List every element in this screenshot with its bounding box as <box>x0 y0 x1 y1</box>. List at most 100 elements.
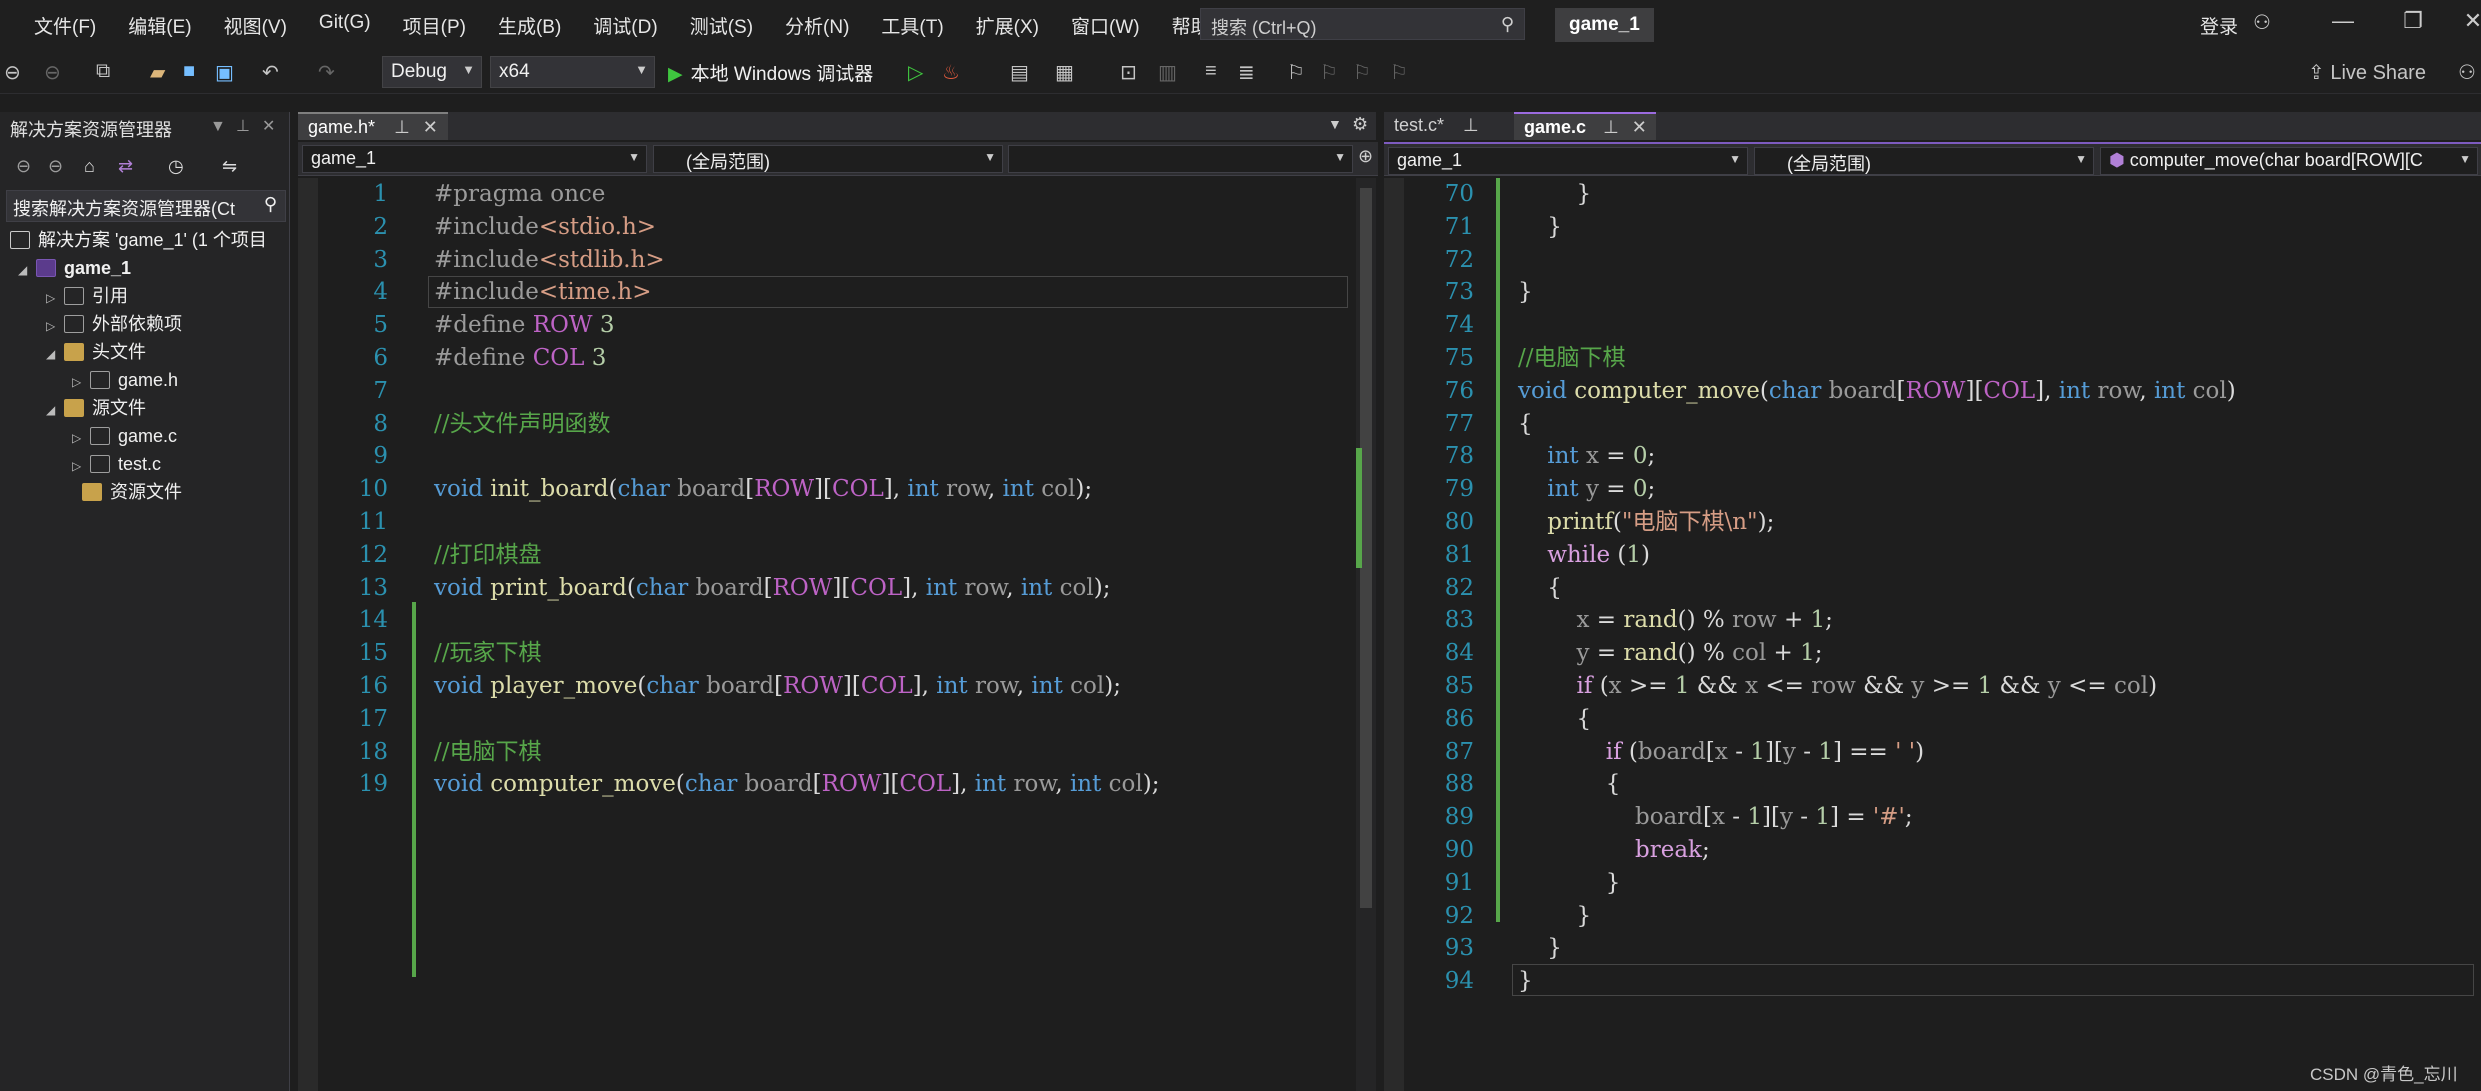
code-line[interactable]: } <box>1518 932 1562 965</box>
tree-project[interactable]: ◢ game_1 <box>18 254 131 282</box>
menu-project[interactable]: 项目(P) <box>387 12 482 39</box>
next-bookmark-icon[interactable]: ⚐ <box>1353 60 1371 85</box>
menu-tools[interactable]: 工具(T) <box>865 12 959 39</box>
start-without-debug-icon[interactable]: ▷ <box>908 60 923 85</box>
solution-search-input[interactable]: 搜索解决方案资源管理器(Ct ⚲ <box>6 190 286 222</box>
menu-build[interactable]: 生成(B) <box>482 12 577 39</box>
collapse-icon[interactable]: ▷ <box>46 312 64 340</box>
minimize-button[interactable]: — <box>2318 8 2368 34</box>
menu-git[interactable]: Git(G) <box>303 12 387 39</box>
code-line[interactable]: } <box>1518 276 1533 309</box>
tree-header-files[interactable]: ◢ 头文件 <box>46 338 146 366</box>
code-line[interactable]: void player_move(char board[ROW][COL], i… <box>434 670 1121 703</box>
menu-view[interactable]: 视图(V) <box>208 12 303 39</box>
tree-external-deps[interactable]: ▷ 外部依赖项 <box>46 310 182 338</box>
toolbox-icon[interactable]: ▤ <box>1010 60 1029 85</box>
code-line[interactable]: while (1) <box>1518 539 1650 572</box>
scope-select[interactable]: (全局范围) ▼ <box>1754 147 2094 175</box>
redo-icon[interactable]: ↷ <box>318 60 335 85</box>
gear-icon[interactable]: ⚙ <box>1352 114 1368 135</box>
project-select[interactable]: game_1 ▼ <box>302 145 647 173</box>
code-line[interactable]: y = rand() % col + 1; <box>1518 637 1823 670</box>
forward-icon[interactable]: ⊖ <box>48 156 63 177</box>
code-line[interactable]: } <box>1518 211 1562 244</box>
undo-icon[interactable]: ↶ <box>262 60 279 85</box>
code-line[interactable]: #include<stdlib.h> <box>434 244 665 277</box>
code-line[interactable]: { <box>1518 408 1533 441</box>
project-select[interactable]: game_1 ▼ <box>1388 147 1748 175</box>
collapse-icon[interactable]: ▷ <box>46 284 64 312</box>
live-share-button[interactable]: ⇪ Live Share <box>2308 60 2426 85</box>
account-icon[interactable]: ⚇ <box>2253 10 2271 35</box>
prev-bookmark-icon[interactable]: ⚐ <box>1320 60 1338 85</box>
uncomment-icon[interactable]: ≣ <box>1238 60 1255 85</box>
code-line[interactable]: { <box>1518 572 1562 605</box>
code-line[interactable]: break; <box>1518 834 1710 867</box>
restore-button[interactable]: ❐ <box>2388 8 2438 34</box>
clear-bookmarks-icon[interactable]: ⚐ <box>1390 60 1408 85</box>
code-line[interactable]: //头文件声明函数 <box>434 408 611 441</box>
collapse-icon[interactable]: ▷ <box>72 452 90 480</box>
save-icon[interactable]: ■ <box>183 60 195 83</box>
code-line[interactable]: { <box>1518 703 1592 736</box>
code-line[interactable]: //电脑下棋 <box>1518 342 1626 375</box>
tree-resource-files[interactable]: 资源文件 <box>64 478 182 506</box>
close-icon[interactable]: ✕ <box>1632 117 1647 137</box>
code-line[interactable]: #define COL 3 <box>434 342 606 375</box>
hot-reload-icon[interactable]: ♨ <box>942 60 960 85</box>
login-link[interactable]: 登录 <box>2200 12 2238 39</box>
pin-icon[interactable]: ⊥ <box>1603 117 1619 137</box>
tree-file-test-c[interactable]: ▷ test.c <box>72 450 161 478</box>
split-icon[interactable]: ⊕ <box>1358 146 1373 167</box>
code-line[interactable]: } <box>1518 900 1592 933</box>
code-line[interactable]: #define ROW 3 <box>434 309 614 342</box>
expand-icon[interactable]: ◢ <box>46 396 64 424</box>
back-icon[interactable]: ⊖ <box>4 60 21 85</box>
menu-window[interactable]: 窗口(W) <box>1055 12 1156 39</box>
tree-solution[interactable]: 解决方案 'game_1' (1 个项目 <box>10 226 267 254</box>
menu-extensions[interactable]: 扩展(X) <box>960 12 1055 39</box>
code-line[interactable]: x = rand() % row + 1; <box>1518 604 1833 637</box>
function-select[interactable]: ⬢ computer_move(char board[ROW][C ▼ <box>2100 147 2478 175</box>
platform-select[interactable]: x64 ▼ <box>490 56 655 88</box>
tree-references[interactable]: ▷ 引用 <box>46 282 128 310</box>
disabled-tool-icon[interactable]: ▥ <box>1158 60 1177 85</box>
code-line[interactable]: void computer_move(char board[ROW][COL],… <box>1518 375 2236 408</box>
start-debugging-button[interactable]: ▶ 本地 Windows 调试器 <box>668 59 873 86</box>
code-line[interactable]: //电脑下棋 <box>434 736 542 769</box>
collapse-icon[interactable]: ▷ <box>72 368 90 396</box>
dropdown-icon[interactable]: ▼ <box>210 118 226 136</box>
tab-test-c[interactable]: test.c* ⊥ <box>1384 112 1502 140</box>
tree-file-game-h[interactable]: ▷ game.h <box>72 366 178 394</box>
breakpoint-icon[interactable]: ⊡ <box>1120 60 1137 85</box>
layout-icon[interactable]: ▦ <box>1055 60 1074 85</box>
code-line[interactable]: #include<stdio.h> <box>434 211 656 244</box>
menu-test[interactable]: 测试(S) <box>674 12 769 39</box>
bookmark-icon[interactable]: ⚐ <box>1287 60 1305 85</box>
collapse-icon[interactable]: ▷ <box>72 424 90 452</box>
back-icon[interactable]: ⊖ <box>16 156 31 177</box>
code-line[interactable]: } <box>1518 867 1621 900</box>
code-line[interactable]: void print_board(char board[ROW][COL], i… <box>434 572 1110 605</box>
forward-icon[interactable]: ⊖ <box>44 60 61 85</box>
pin-icon[interactable]: ⊥ <box>236 116 250 136</box>
chevron-down-icon[interactable]: ▼ <box>1328 116 1342 132</box>
close-window-button[interactable]: ✕ <box>2448 8 2481 34</box>
code-line[interactable]: //玩家下棋 <box>434 637 542 670</box>
expand-icon[interactable]: ◢ <box>46 340 64 368</box>
code-line[interactable]: if (board[x - 1][y - 1] == ' ') <box>1518 736 1924 769</box>
close-icon[interactable]: ✕ <box>262 116 275 136</box>
search-input[interactable]: 搜索 (Ctrl+Q) ⚲ <box>1200 8 1525 40</box>
left-code-editor[interactable]: 1 #pragma once 2 #include<stdio.h> 3 #include… <box>298 178 1356 1091</box>
tab-game-h[interactable]: game.h* ⊥ ✕ <box>298 112 448 140</box>
code-line[interactable]: { <box>1518 768 1621 801</box>
menu-edit[interactable]: 编辑(E) <box>112 12 207 39</box>
tree-file-game-c[interactable]: ▷ game.c <box>72 422 177 450</box>
switch-view-icon[interactable]: ⇄ <box>118 156 133 177</box>
configuration-select[interactable]: Debug ▼ <box>382 56 482 88</box>
right-code-editor[interactable]: 70 } 71 } 72 73} 74 75 //电脑下棋 76 void computer_m… <box>1384 178 2481 1091</box>
sync-icon[interactable]: ⇋ <box>222 156 237 177</box>
code-line[interactable]: } <box>1518 178 1592 211</box>
menu-debug[interactable]: 调试(D) <box>577 12 673 39</box>
left-scrollbar[interactable] <box>1356 178 1376 1091</box>
